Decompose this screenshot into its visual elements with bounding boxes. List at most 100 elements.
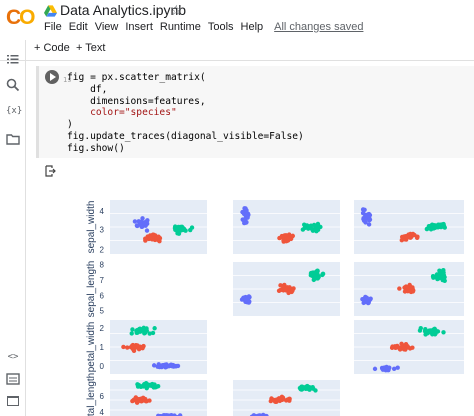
tick-label: 6	[100, 291, 105, 300]
data-point	[390, 344, 395, 349]
data-point	[144, 228, 150, 233]
data-point	[402, 289, 408, 294]
header: CO Data Analytics.ipynb ☆ File Edit View…	[0, 0, 474, 38]
tick-label: 8	[100, 261, 105, 270]
data-point	[441, 221, 446, 227]
data-point	[125, 345, 130, 350]
search-icon[interactable]	[6, 78, 20, 92]
menu-edit[interactable]: Edit	[69, 21, 88, 33]
save-status[interactable]: All changes saved	[274, 21, 363, 33]
data-point	[149, 383, 154, 388]
data-point	[131, 348, 137, 354]
output-menu-icon[interactable]	[44, 165, 56, 177]
data-point	[442, 278, 447, 283]
tick-label: 7	[100, 276, 105, 285]
data-point	[315, 273, 321, 278]
data-point	[121, 344, 126, 350]
tick-label: 6	[100, 392, 105, 401]
data-point	[397, 286, 402, 291]
data-point	[283, 287, 288, 292]
menu-help[interactable]: Help	[241, 21, 264, 33]
data-point	[241, 217, 246, 222]
toolbar-divider	[0, 60, 474, 61]
data-point	[129, 331, 134, 336]
menu-tools[interactable]: Tools	[208, 21, 234, 33]
toc-icon[interactable]	[6, 52, 20, 66]
toolbar: + Code + Text	[0, 40, 474, 58]
axis-label: sepal_length	[86, 261, 97, 318]
tick-label: 3	[100, 226, 105, 235]
data-point	[430, 225, 435, 230]
data-point	[181, 226, 186, 232]
data-point	[433, 331, 438, 336]
data-point	[405, 234, 410, 240]
data-point	[427, 328, 432, 333]
tick-label: 5	[100, 307, 105, 316]
data-point	[286, 236, 291, 241]
data-point	[423, 332, 428, 337]
code-editor[interactable]: fig = px.scatter_matrix( df, dimensions=…	[67, 72, 304, 155]
data-point	[139, 224, 144, 230]
scatter-matrix-plot[interactable]: sepal_width 432sepal_length 8765petal_widt…	[0, 178, 474, 416]
tick-label: 1	[100, 343, 105, 352]
data-point	[152, 326, 157, 331]
add-text-button[interactable]: + Text	[76, 42, 105, 54]
data-point	[290, 233, 296, 239]
menu-view[interactable]: View	[95, 21, 119, 33]
tick-label: 0	[100, 362, 105, 371]
notebook-title[interactable]: Data Analytics.ipynb	[60, 2, 186, 18]
data-point	[142, 221, 148, 226]
data-point	[132, 219, 138, 224]
add-code-button[interactable]: + Code	[34, 42, 70, 54]
data-point	[401, 346, 407, 352]
star-icon[interactable]: ☆	[170, 2, 183, 19]
data-point	[290, 288, 295, 293]
colab-logo[interactable]: CO	[6, 6, 36, 30]
data-point	[367, 217, 373, 222]
data-point	[279, 235, 285, 240]
axis-label: petal_length	[86, 373, 97, 416]
data-point	[318, 224, 323, 230]
data-point	[387, 365, 392, 370]
data-point	[411, 288, 416, 293]
code-line: fig.show()	[67, 142, 125, 154]
menu-bar: File Edit View Insert Runtime Tools Help…	[44, 21, 363, 33]
data-point	[134, 399, 140, 405]
data-point	[135, 223, 140, 229]
code-cell[interactable]: 1s fig = px.scatter_matrix( df, dimensio…	[36, 66, 474, 158]
folder-icon[interactable]	[6, 132, 20, 146]
menu-runtime[interactable]: Runtime	[160, 21, 201, 33]
menu-file[interactable]: File	[44, 21, 62, 33]
variables-icon[interactable]: {x}	[6, 104, 22, 118]
data-point	[399, 234, 405, 240]
data-point	[405, 344, 411, 350]
data-point	[380, 367, 386, 372]
data-point	[432, 326, 437, 332]
axis-label: sepal_width	[86, 201, 97, 254]
data-point	[151, 363, 157, 368]
data-point	[418, 325, 423, 331]
data-point	[135, 343, 140, 348]
menu-insert[interactable]: Insert	[125, 21, 153, 33]
data-point	[175, 363, 181, 369]
data-point	[365, 298, 370, 304]
data-point	[243, 206, 248, 211]
code-line: color="species"	[67, 107, 177, 119]
run-cell-button[interactable]	[45, 70, 59, 84]
data-point	[140, 383, 146, 389]
data-point	[424, 226, 430, 232]
data-point	[403, 284, 409, 289]
data-point	[162, 363, 168, 368]
data-point	[169, 363, 174, 369]
axis-label: petal_width	[86, 322, 97, 373]
data-point	[434, 272, 440, 277]
drive-icon[interactable]	[44, 5, 57, 17]
data-point	[137, 326, 142, 332]
code-line: df,	[67, 83, 108, 95]
data-point	[362, 207, 367, 212]
data-point	[150, 330, 156, 336]
data-point	[133, 395, 139, 400]
data-point	[151, 232, 156, 237]
data-point	[410, 345, 415, 350]
data-point	[397, 347, 403, 352]
